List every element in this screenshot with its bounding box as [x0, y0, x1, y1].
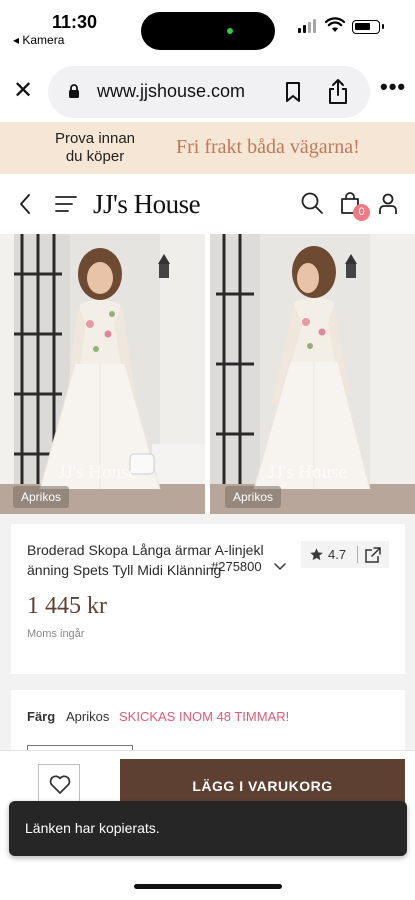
color-label: Färg — [27, 709, 56, 724]
image-color-tag: Aprikos — [13, 486, 70, 508]
status-bar: 11:30 ◂ Kamera — [0, 0, 415, 58]
heart-icon — [49, 775, 71, 794]
wifi-icon — [325, 17, 345, 32]
color-selection-card: Färg Aprikos SKICKAS INOM 48 TIMMAR! — [11, 690, 405, 753]
selected-color: Aprikos — [66, 709, 110, 724]
dynamic-island — [141, 12, 275, 50]
star-icon — [310, 548, 323, 561]
address-bar[interactable]: www.jjshouse.com — [48, 66, 370, 118]
image-watermark: JJ's House — [268, 462, 347, 483]
product-rating[interactable]: 4.7 — [328, 547, 346, 562]
image-color-tag: Aprikos — [225, 486, 282, 508]
promo-banner[interactable]: Prova innan du köper Fri frakt båda väga… — [0, 122, 415, 174]
user-icon[interactable] — [378, 192, 398, 216]
camera-indicator-dot — [227, 28, 233, 34]
wishlist-button[interactable] — [38, 764, 80, 806]
browser-toolbar: ✕ www.jjshouse.com ••• — [0, 58, 415, 122]
bookmark-icon[interactable] — [284, 81, 302, 103]
product-gallery[interactable]: JJ's House Aprikos JJ's House Aprikos — [0, 234, 415, 514]
rating-share-box: 4.7 — [301, 541, 389, 568]
battery-icon — [352, 20, 384, 34]
lock-icon — [69, 84, 79, 98]
product-title-line-1: Broderad Skopa Långa ärmar A-linjekl — [27, 542, 264, 558]
menu-icon[interactable] — [55, 195, 77, 213]
promo-free-shipping: Fri frakt båda vägarna! — [176, 136, 360, 158]
product-sku: #275800 — [211, 559, 262, 574]
product-info-card: Broderad Skopa Långa ärmar A-linjekl änn… — [11, 524, 405, 674]
rating-divider — [357, 546, 358, 563]
product-image-1[interactable]: JJ's House Aprikos — [0, 234, 205, 514]
site-header: JJ's House 0 — [0, 174, 415, 234]
promo-try-before-buy: Prova innan du köper — [54, 130, 136, 165]
share-external-icon[interactable] — [365, 547, 381, 563]
home-indicator[interactable] — [134, 884, 282, 889]
search-icon[interactable] — [300, 191, 324, 215]
status-time: 11:30 — [52, 12, 98, 32]
back-to-app-link[interactable]: ◂ Kamera — [13, 33, 64, 47]
close-icon[interactable]: ✕ — [10, 78, 36, 104]
cart-count-badge: 0 — [353, 204, 370, 221]
product-price: 1 445 kr — [27, 593, 107, 619]
image-watermark: JJ's House — [58, 462, 137, 483]
shipping-message: SKICKAS INOM 48 TIMMAR! — [119, 709, 290, 724]
toast-notification: Länken har kopierats. — [9, 801, 407, 856]
vat-note: Moms ingår — [27, 628, 85, 640]
share-icon[interactable] — [327, 78, 349, 105]
product-image-2[interactable]: JJ's House Aprikos — [210, 234, 415, 514]
page: 11:30 ◂ Kamera ✕ www.jjshouse.com ••• Pr… — [0, 0, 415, 900]
site-logo[interactable]: JJ's House — [93, 189, 201, 220]
more-icon[interactable]: ••• — [380, 76, 406, 98]
chevron-down-icon[interactable] — [274, 563, 286, 571]
toast-message: Länken har kopierats. — [25, 820, 160, 836]
url-text[interactable]: www.jjshouse.com — [97, 81, 245, 102]
chevron-left-icon[interactable] — [17, 192, 33, 216]
signal-icon — [298, 19, 316, 33]
